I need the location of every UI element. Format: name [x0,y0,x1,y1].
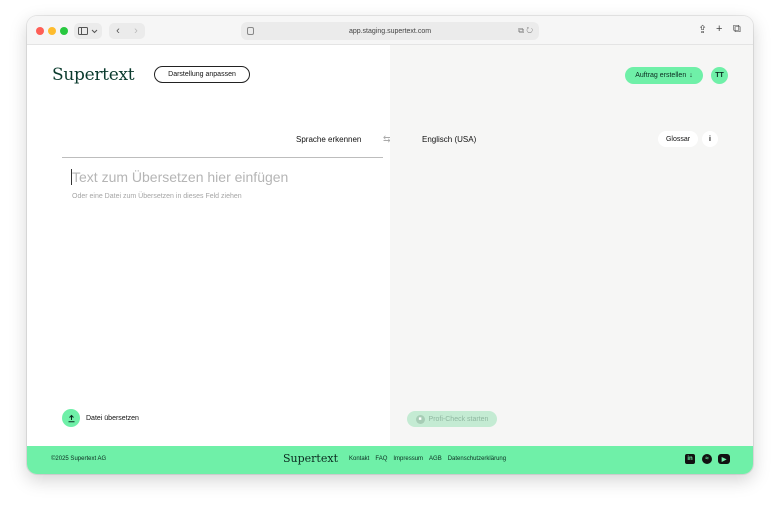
footer-link-impressum[interactable]: Impressum [393,456,423,462]
browser-toolbar: ‹ › app.staging.supertext.com ⧉ ↻ ⇪ + ⧉ [27,16,753,45]
linkedin-icon[interactable]: in [685,454,695,464]
avatar[interactable]: TT [711,67,728,84]
tabs-overview-icon[interactable]: ⧉ [733,23,741,36]
footer-links: Kontakt FAQ Impressum AGB Datenschutzerk… [349,456,506,462]
address-bar[interactable]: app.staging.supertext.com ⧉ ↻ [241,22,539,40]
footer-logo[interactable]: Supertext [283,452,338,465]
upload-file-button[interactable] [62,409,80,427]
supertext-logo[interactable]: Supertext [52,65,135,85]
target-pane [390,45,753,446]
translate-icon[interactable]: ⧉ [518,26,524,35]
source-language-selector[interactable]: Sprache erkennen [296,135,361,144]
upload-icon [68,414,74,422]
glossary-button[interactable]: Glossar [658,131,698,147]
source-text-input[interactable]: Text zum Übersetzen hier einfügen [72,169,288,185]
footer: ©2025 Supertext AG Supertext Kontakt FAQ… [27,446,753,474]
address-bar-url: app.staging.supertext.com [348,27,432,35]
footer-link-datenschutz[interactable]: Datenschutzerklärung [448,456,506,462]
spotify-icon[interactable]: ≈ [702,454,712,464]
sidebar-toggle-button[interactable] [74,23,102,39]
close-window-button[interactable] [36,27,44,35]
history-navigation: ‹ › [109,23,145,39]
drop-file-hint: Oder eine Datei zum Übersetzen in dieses… [72,193,242,200]
info-button[interactable]: i [702,131,718,147]
profi-check-label: Profi-Check starten [428,415,489,423]
footer-link-faq[interactable]: FAQ [375,456,387,462]
arrow-down-icon: ↓ [689,72,693,79]
copyright-text: ©2025 Supertext AG [51,456,107,462]
footer-link-agb[interactable]: AGB [429,456,442,462]
footer-link-kontakt[interactable]: Kontakt [349,456,369,462]
create-order-label: Auftrag erstellen [635,72,687,79]
back-icon[interactable]: ‹ [109,25,127,37]
source-pane: Supertext Darstellung anpassen Sprache e… [27,45,391,446]
upload-file-label[interactable]: Datei übersetzen [86,415,139,422]
share-icon[interactable]: ⇪ [698,23,707,36]
display-settings-button[interactable]: Darstellung anpassen [154,66,250,83]
target-language-selector[interactable]: Englisch (USA) [422,135,476,144]
create-order-button[interactable]: Auftrag erstellen ↓ [625,67,703,84]
new-tab-icon[interactable]: + [716,23,722,35]
source-divider [62,157,383,158]
browser-window: ‹ › app.staging.supertext.com ⧉ ↻ ⇪ + ⧉ … [27,16,753,474]
minimize-window-button[interactable] [48,27,56,35]
maximize-window-button[interactable] [60,27,68,35]
page-settings-icon[interactable] [247,27,254,35]
youtube-icon[interactable]: ▶ [718,454,730,464]
reload-icon[interactable]: ↻ [526,26,533,35]
lock-icon: ■ [415,414,425,424]
app-content: Supertext Darstellung anpassen Sprache e… [27,45,753,446]
forward-icon[interactable]: › [127,25,145,37]
profi-check-button[interactable]: ■ Profi-Check starten [407,411,497,427]
chevron-down-icon [91,29,98,33]
sidebar-icon [78,27,88,35]
